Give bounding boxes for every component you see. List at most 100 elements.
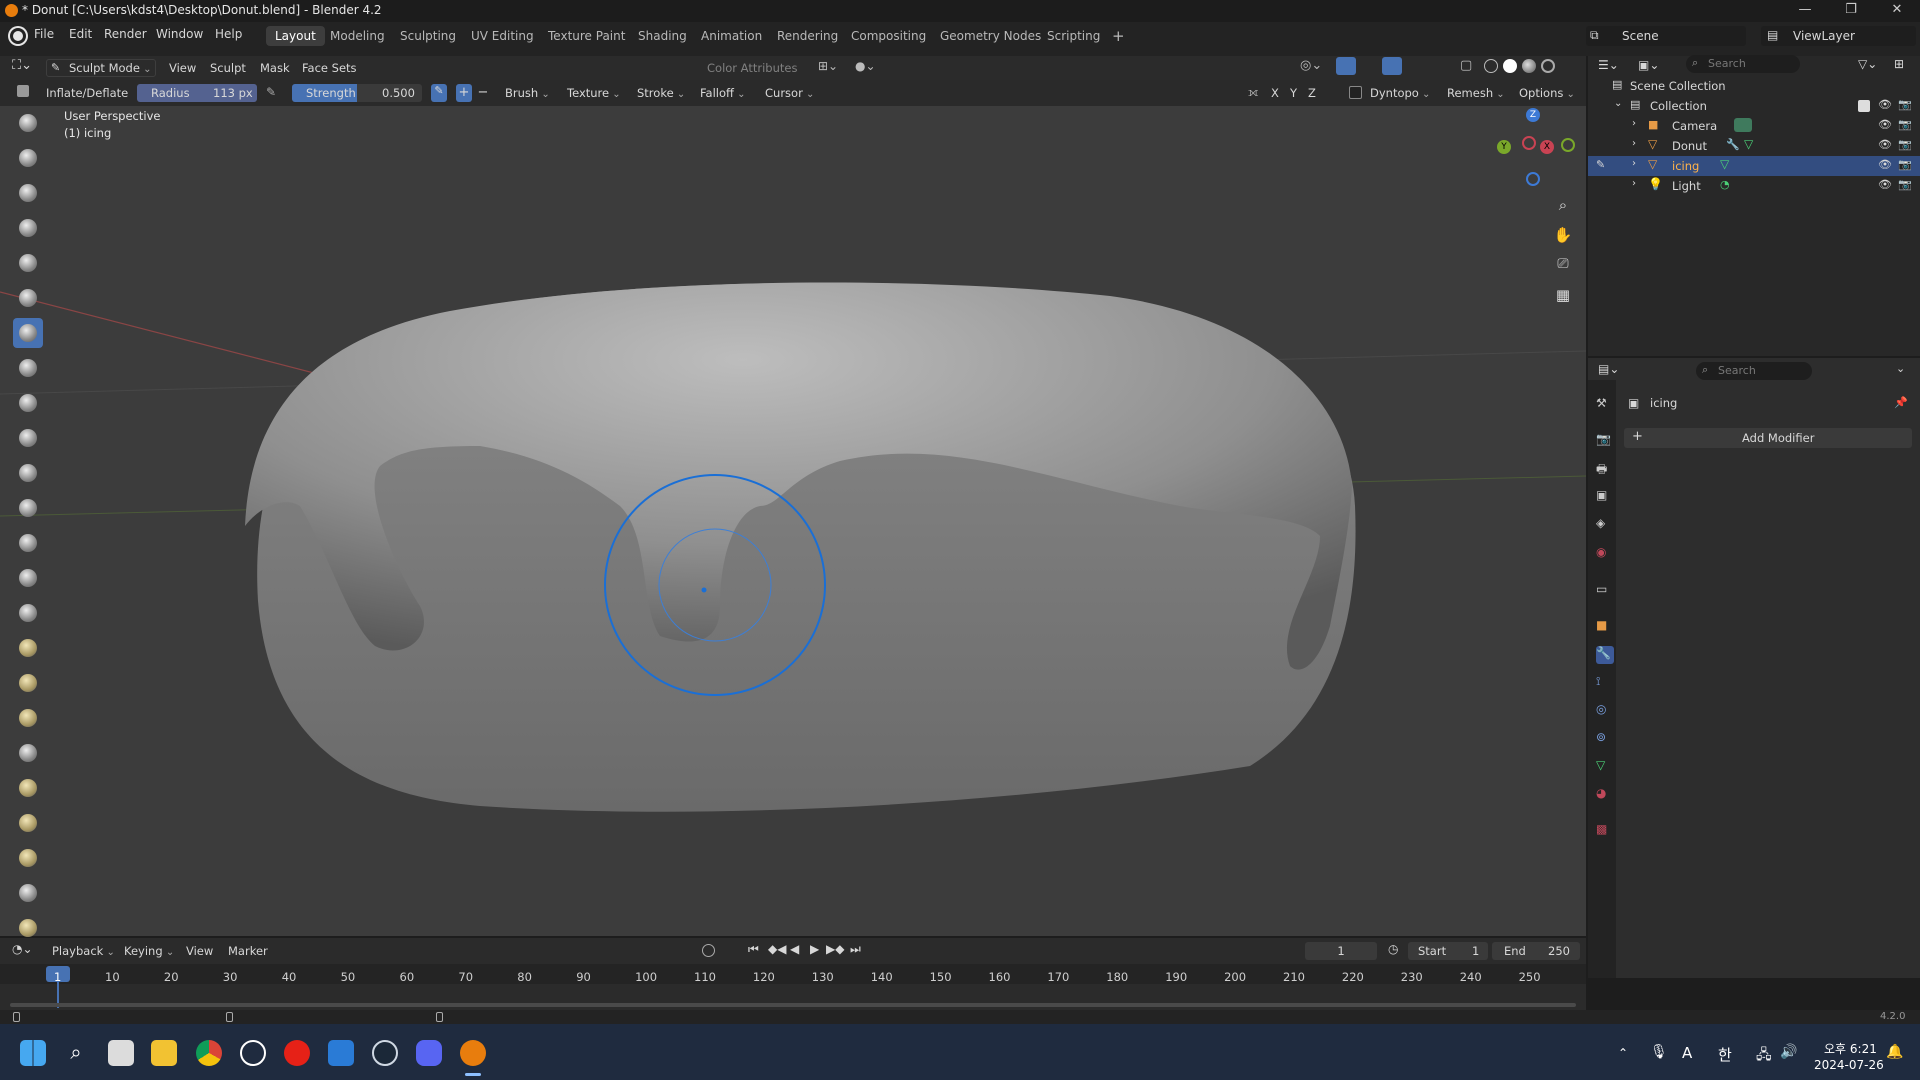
menu-help[interactable]: Help xyxy=(215,27,242,41)
outliner-item-donut[interactable]: › ▽ Donut 🔧 ▽ 👁 📷 xyxy=(1588,136,1920,156)
render-camera-icon[interactable]: 📷 xyxy=(1898,118,1912,131)
end-frame-field[interactable]: End 250 xyxy=(1492,942,1580,960)
gizmo-toggle-icon[interactable] xyxy=(1336,57,1356,75)
editor-type-icon[interactable]: ⛶⌄ xyxy=(12,58,32,73)
3d-viewport[interactable]: User Perspective (1) icing Z Y X ⌕ ✋ ⎚ ▦… xyxy=(0,106,1586,936)
header-menu-view[interactable]: View xyxy=(169,61,196,75)
header-menu-face-sets[interactable]: Face Sets xyxy=(302,61,357,75)
outliner-display-mode-icon[interactable]: ▣⌄ xyxy=(1638,58,1659,72)
solid-shading-icon[interactable] xyxy=(1503,59,1517,73)
material-shading-icon[interactable] xyxy=(1522,59,1536,73)
microphone-icon[interactable]: 🎙 xyxy=(1650,1044,1668,1060)
nudge-tool[interactable] xyxy=(13,808,43,838)
jump-end-icon[interactable]: ⏭ xyxy=(850,942,861,957)
timeline-menu-marker[interactable]: Marker xyxy=(228,944,268,958)
dyntopo-checkbox[interactable] xyxy=(1349,86,1362,99)
xray-icon[interactable]: ▢ xyxy=(1460,58,1472,73)
clock-date[interactable]: 2024-07-26 xyxy=(1814,1058,1884,1072)
properties-editor-icon[interactable]: ▤⌄ xyxy=(1598,362,1619,376)
modifier-tab-icon[interactable]: 🔧 xyxy=(1596,646,1614,664)
crease-tool[interactable] xyxy=(13,388,43,418)
jump-next-keyframe-icon[interactable]: ▶◆ xyxy=(826,942,844,956)
texture-dropdown[interactable]: Texture xyxy=(567,86,621,100)
mode-selector[interactable]: ✎ Sculpt Mode xyxy=(46,59,156,77)
world-tab-icon[interactable]: ◉ xyxy=(1596,545,1614,563)
outliner-filter-icon[interactable]: ▽⌄ xyxy=(1858,57,1877,71)
material-tab-icon[interactable]: ◕ xyxy=(1596,786,1614,804)
flatten-tool[interactable] xyxy=(13,458,43,488)
falloff-dropdown[interactable]: Falloff xyxy=(700,86,746,100)
outliner-collection[interactable]: ⌄ ▤ Collection 👁 📷 xyxy=(1588,96,1920,116)
inflate-tool[interactable] xyxy=(13,318,43,348)
gizmo-z-axis[interactable]: Z xyxy=(1526,108,1540,122)
gizmo-neg-z[interactable] xyxy=(1526,172,1540,186)
subtract-direction-icon[interactable]: − xyxy=(475,84,491,102)
search-icon[interactable]: ⌕ xyxy=(63,1040,89,1066)
axis-x-toggle[interactable]: X xyxy=(1271,86,1279,100)
gizmo-x-axis[interactable]: X xyxy=(1540,140,1554,154)
blender-taskbar-icon[interactable] xyxy=(460,1040,486,1066)
tab-layout[interactable]: Layout xyxy=(266,26,325,46)
tab-scripting[interactable]: Scripting xyxy=(1038,26,1109,46)
scene-selector[interactable]: ⧉ Scene xyxy=(1586,26,1746,46)
timeline-menu-view[interactable]: View xyxy=(186,944,213,958)
render-camera-icon[interactable]: 📷 xyxy=(1898,138,1912,151)
discord-icon[interactable] xyxy=(416,1040,442,1066)
tab-compositing[interactable]: Compositing xyxy=(842,26,935,46)
draw-sharp-tool[interactable] xyxy=(13,143,43,173)
visibility-eye-icon[interactable]: 👁 xyxy=(1878,158,1892,171)
menu-edit[interactable]: Edit xyxy=(69,27,92,41)
overlays-icon[interactable] xyxy=(1382,57,1402,75)
network-icon[interactable]: 🖧 xyxy=(1756,1044,1772,1068)
outliner-item-light[interactable]: › 💡 Light ◔ 👁 📷 xyxy=(1588,176,1920,196)
auto-keying-icon[interactable] xyxy=(702,944,715,957)
play-icon[interactable]: ▶ xyxy=(810,942,819,956)
pinch-tool[interactable] xyxy=(13,598,43,628)
viewport-scene[interactable] xyxy=(0,106,1586,936)
clay-thumb-tool[interactable] xyxy=(13,248,43,278)
scrape-tool[interactable] xyxy=(13,528,43,558)
ime-indicator[interactable]: A xyxy=(1682,1044,1692,1062)
visibility-eye-icon[interactable]: 👁 xyxy=(1878,98,1892,111)
clay-strips-tool[interactable] xyxy=(13,213,43,243)
notification-bell-icon[interactable]: 🔔 xyxy=(1886,1044,1903,1060)
menu-window[interactable]: Window xyxy=(156,27,203,41)
view-layer-selector[interactable]: ▤ ViewLayer xyxy=(1761,26,1916,46)
render-camera-icon[interactable]: 📷 xyxy=(1898,98,1912,111)
radius-field[interactable]: Radius 113 px xyxy=(137,84,257,102)
pan-hand-icon[interactable]: ✋ xyxy=(1551,226,1575,250)
tab-texture-paint[interactable]: Texture Paint xyxy=(539,26,634,46)
color-attributes-dropdown[interactable]: Color Attributes xyxy=(707,61,797,75)
file-explorer-icon[interactable] xyxy=(151,1040,177,1066)
timeline-menu-playback[interactable]: Playback xyxy=(52,944,115,958)
jump-start-icon[interactable]: ⏮ xyxy=(748,942,759,957)
tab-modeling[interactable]: Modeling xyxy=(321,26,394,46)
pose-tool[interactable] xyxy=(13,773,43,803)
hangul-indicator[interactable]: 한 xyxy=(1718,1044,1732,1065)
add-direction-icon[interactable]: + xyxy=(456,84,472,102)
add-modifier-button[interactable]: + Add Modifier xyxy=(1624,428,1912,448)
tab-sculpting[interactable]: Sculpting xyxy=(391,26,465,46)
render-camera-icon[interactable]: 📷 xyxy=(1898,178,1912,191)
pin-icon[interactable]: 📌 xyxy=(1894,396,1908,409)
outliner-item-icing[interactable]: ✎ › ▽ icing ▽ 👁 📷 xyxy=(1588,156,1920,176)
tray-chevron-icon[interactable]: ⌃ xyxy=(1618,1046,1628,1060)
dyntopo-dropdown[interactable]: Dyntopo xyxy=(1370,86,1430,100)
tab-shading[interactable]: Shading xyxy=(629,26,696,46)
outliner-editor-icon[interactable]: ☰⌄ xyxy=(1598,58,1619,72)
add-workspace-icon[interactable]: + xyxy=(1103,26,1134,46)
expand-arrow-icon[interactable]: › xyxy=(1632,138,1636,149)
render-camera-icon[interactable]: 📷 xyxy=(1898,158,1912,171)
visibility-eye-icon[interactable]: 👁 xyxy=(1878,118,1892,131)
thumb-tool[interactable] xyxy=(13,738,43,768)
camera-view-icon[interactable]: ⎚ xyxy=(1551,256,1575,280)
smooth-tool[interactable] xyxy=(13,423,43,453)
layer-tool[interactable] xyxy=(13,283,43,313)
windows-start-icon[interactable] xyxy=(20,1040,46,1066)
visibility-eye-icon[interactable]: 👁 xyxy=(1878,138,1892,151)
clock-time[interactable]: 오후 6:21 xyxy=(1824,1040,1877,1057)
object-tab-icon[interactable]: ■ xyxy=(1596,618,1614,636)
new-collection-icon[interactable]: ⊞ xyxy=(1894,57,1904,71)
gizmo-y-axis[interactable]: Y xyxy=(1497,140,1511,154)
tab-geometry-nodes[interactable]: Geometry Nodes xyxy=(931,26,1050,46)
